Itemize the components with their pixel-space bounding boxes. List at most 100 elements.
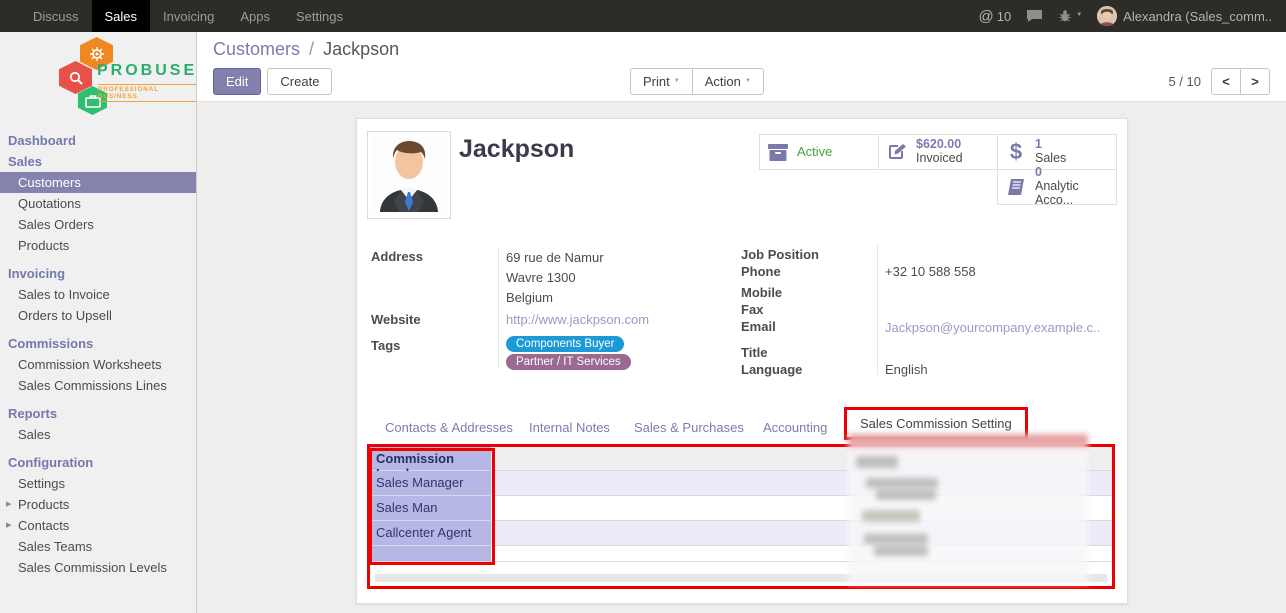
sidebar-item-label: Products [18,497,69,512]
table-footer-strip [375,574,1107,582]
active-toggle-button[interactable]: Active [759,134,879,170]
language-label: Language [741,362,802,377]
customer-form-sheet: Jackpson Active $620.00 Invoiced [356,118,1128,604]
commission-level-cell[interactable]: Callcenter Agent [370,521,491,545]
edit-button[interactable]: Edit [213,68,261,95]
sidebar-item-sales-orders[interactable]: Sales Orders [0,214,196,235]
create-button[interactable]: Create [267,68,332,95]
brand-tagline: PROFESSIONAL BUSINESS [98,84,196,102]
field-group-divider-right [877,245,878,375]
tag-components-buyer[interactable]: Components Buyer [506,336,624,352]
commission-level-cell[interactable]: Sales Man [370,496,491,520]
menu-settings[interactable]: Settings [283,0,356,32]
customer-photo[interactable] [367,131,451,219]
tab-sales-purchases[interactable]: Sales & Purchases [634,420,744,435]
sidebar-heading-invoicing[interactable]: Invoicing [0,263,196,284]
menu-invoicing[interactable]: Invoicing [150,0,227,32]
table-row[interactable]: Callcenter Agent [370,521,1112,546]
sidebar-heading-dashboard[interactable]: Dashboard [0,130,196,151]
breadcrumb-customers-link[interactable]: Customers [213,39,300,59]
top-navbar: Discuss Sales Invoicing Apps Settings 10 [0,0,1286,32]
table-row[interactable]: Sales Man [370,496,1112,521]
table-row[interactable]: Sales Manager [370,471,1112,496]
sidebar-item-config-products[interactable]: Products [0,494,196,515]
sidebar-heading-sales[interactable]: Sales [0,151,196,172]
tab-contacts-addresses[interactable]: Contacts & Addresses [385,420,513,435]
control-panel: Customers / Jackpson Edit Create Print A… [197,32,1286,102]
website-link[interactable]: http://www.jackpson.com [506,312,649,327]
sidebar-item-commission-worksheets[interactable]: Commission Worksheets [0,354,196,375]
menu-sales[interactable]: Sales [92,0,151,32]
commission-table: Commission Level Sales Manager Sales Man… [367,444,1115,589]
stat-buttons: Active $620.00 Invoiced 1 Sales [759,134,1117,206]
address-label: Address [371,249,423,264]
fax-label: Fax [741,302,763,317]
job-position-label: Job Position [741,247,819,262]
pager-next-button[interactable] [1240,68,1270,95]
analytic-count: 0 [1035,166,1110,180]
commission-level-cell[interactable]: Sales Manager [370,471,491,495]
title-label: Title [741,345,768,360]
table-header-row: Commission Level [370,447,1112,471]
sidebar-item-customers[interactable]: Customers [0,172,196,193]
sidebar-item-sales-commissions-lines[interactable]: Sales Commissions Lines [0,375,196,396]
analytic-accounts-stat-button[interactable]: 0 Analytic Acco... [997,169,1117,205]
sidebar-item-sales-teams[interactable]: Sales Teams [0,536,196,557]
book-icon [1004,177,1028,197]
sidebar-item-reports-sales[interactable]: Sales [0,424,196,445]
sidebar-item-quotations[interactable]: Quotations [0,193,196,214]
sidebar-item-settings[interactable]: Settings [0,473,196,494]
website-label: Website [371,312,421,327]
active-label: Active [797,145,832,159]
sidebar-item-label: Contacts [18,518,69,533]
probuse-logo[interactable]: PROBUSE PROFESSIONAL BUSINESS [0,32,196,124]
tab-accounting[interactable]: Accounting [763,420,827,435]
sales-count: 1 [1035,138,1066,152]
tag-partner-it-services[interactable]: Partner / IT Services [506,354,631,370]
debug-bug-icon[interactable] [1058,9,1082,23]
sidebar-heading-reports[interactable]: Reports [0,403,196,424]
mobile-label: Mobile [741,285,782,300]
user-menu[interactable]: Alexandra (Sales_comm.. [1097,6,1272,26]
edit-pencil-icon [885,142,909,162]
pager-counter: 5 / 10 [1168,74,1201,89]
breadcrumb-separator: / [309,39,314,59]
main-content: Jackpson Active $620.00 Invoiced [197,102,1286,613]
breadcrumb: Customers / Jackpson [213,39,399,60]
sidebar-item-config-contacts[interactable]: Contacts [0,515,196,536]
sidebar-menu: Dashboard Sales Customers Quotations Sal… [0,130,196,578]
brand-name: PROBUSE [97,62,197,80]
address-line3: Belgium [506,290,553,305]
sales-stat-button[interactable]: 1 Sales [997,134,1117,170]
table-spacer [370,562,1112,574]
action-dropdown-button[interactable]: Action [692,68,764,95]
mentions-counter[interactable]: 10 [979,8,1012,25]
sidebar-item-sales-to-invoice[interactable]: Sales to Invoice [0,284,196,305]
email-link[interactable]: Jackpson@yourcompany.example.c.. [885,320,1100,335]
user-avatar [1097,6,1117,26]
address-line2: Wavre 1300 [506,270,576,285]
print-label: Print [643,74,670,89]
menu-apps[interactable]: Apps [227,0,283,32]
commission-level-header[interactable]: Commission Level [370,447,491,470]
address-line1: 69 rue de Namur [506,250,604,265]
breadcrumb-current: Jackpson [323,39,399,59]
tab-internal-notes[interactable]: Internal Notes [529,420,610,435]
commission-level-empty-cell[interactable] [370,546,491,561]
sidebar-heading-configuration[interactable]: Configuration [0,452,196,473]
print-dropdown-button[interactable]: Print [630,68,693,95]
phone-value: +32 10 588 558 [885,264,976,279]
menu-discuss[interactable]: Discuss [20,0,92,32]
tab-sales-commission-setting[interactable]: Sales Commission Setting [844,407,1028,440]
sidebar-item-sales-commission-levels[interactable]: Sales Commission Levels [0,557,196,578]
messages-icon[interactable] [1026,9,1043,23]
sidebar-item-products[interactable]: Products [0,235,196,256]
analytic-label: Analytic Acco... [1035,180,1110,208]
pager-previous-button[interactable] [1211,68,1241,95]
archive-box-icon [766,143,790,162]
tab-label: Sales Commission Setting [860,416,1012,431]
table-empty-row[interactable] [370,546,1112,562]
sidebar-heading-commissions[interactable]: Commissions [0,333,196,354]
invoiced-stat-button[interactable]: $620.00 Invoiced [878,134,998,170]
sidebar-item-orders-to-upsell[interactable]: Orders to Upsell [0,305,196,326]
